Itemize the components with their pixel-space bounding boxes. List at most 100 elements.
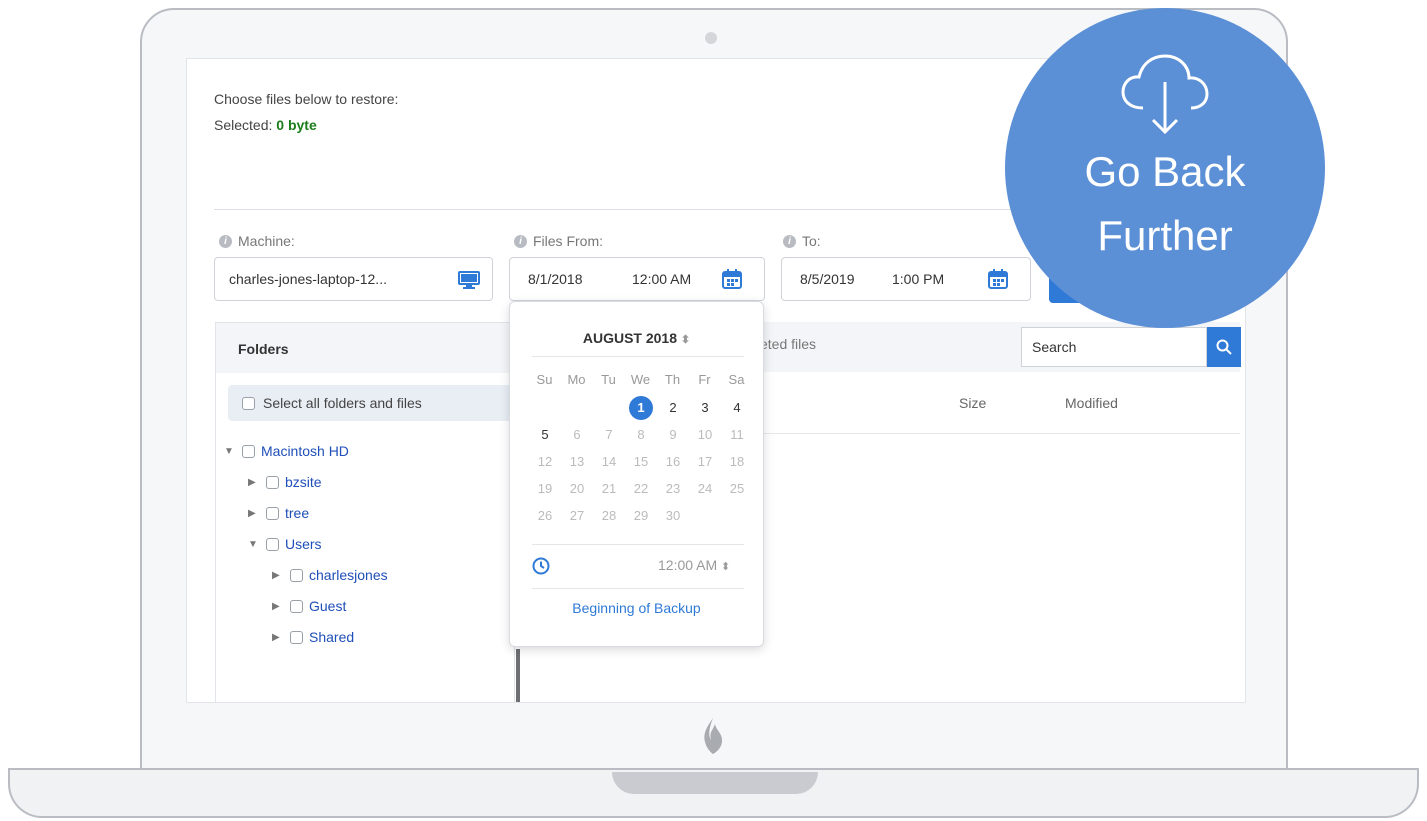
files-from-label: Files From: bbox=[533, 233, 603, 249]
tree-item-bzsite[interactable]: ▶ bzsite bbox=[248, 474, 322, 490]
calendar-day[interactable]: 26 bbox=[533, 504, 557, 528]
to-time: 1:00 PM bbox=[892, 271, 945, 287]
calendar-day[interactable]: 18 bbox=[725, 450, 749, 474]
calendar-day[interactable]: 22 bbox=[629, 477, 653, 501]
calendar-day[interactable]: 28 bbox=[597, 504, 621, 528]
files-from-label-row: i Files From: bbox=[514, 233, 603, 249]
tree-label[interactable]: Users bbox=[285, 536, 322, 552]
select-all-checkbox[interactable] bbox=[242, 396, 255, 410]
weekday-header: Th bbox=[664, 372, 681, 387]
collapsed-triangle-icon[interactable]: ▶ bbox=[248, 508, 260, 519]
tree-checkbox[interactable] bbox=[290, 599, 303, 613]
time-selector[interactable]: 12:00 AM ⬍ bbox=[658, 557, 730, 573]
weekday-header: We bbox=[630, 372, 651, 387]
select-all-row[interactable]: Select all folders and files bbox=[228, 385, 518, 421]
calendar-day[interactable]: 12 bbox=[533, 450, 557, 474]
tree-item-users[interactable]: ▼ Users bbox=[248, 536, 322, 552]
tree-checkbox[interactable] bbox=[266, 537, 279, 551]
collapsed-triangle-icon[interactable]: ▶ bbox=[272, 601, 284, 612]
to-label: To: bbox=[802, 233, 821, 249]
selected-label: Selected: bbox=[214, 117, 273, 133]
collapsed-triangle-icon[interactable]: ▶ bbox=[272, 632, 284, 643]
flame-logo-icon bbox=[704, 718, 723, 754]
tree-item-charlesjones[interactable]: ▶ charlesjones bbox=[272, 567, 388, 583]
column-size[interactable]: Size bbox=[959, 395, 986, 411]
selected-summary: Selected: 0 byte bbox=[214, 117, 317, 133]
collapsed-triangle-icon[interactable]: ▶ bbox=[272, 570, 284, 581]
calendar-day[interactable]: 24 bbox=[693, 477, 717, 501]
calendar-day[interactable]: 11 bbox=[725, 423, 749, 447]
tree-checkbox[interactable] bbox=[242, 444, 255, 458]
calendar-day[interactable]: 13 bbox=[565, 450, 589, 474]
calendar-day[interactable]: 25 bbox=[725, 477, 749, 501]
time-spinner-icon[interactable]: ⬍ bbox=[721, 561, 730, 573]
month-spinner-icon[interactable]: ⬍ bbox=[681, 334, 690, 346]
files-from-field[interactable]: 8/1/2018 12:00 AM bbox=[509, 257, 765, 301]
calendar-day[interactable]: 14 bbox=[597, 450, 621, 474]
calendar-day[interactable]: 17 bbox=[693, 450, 717, 474]
calendar-day[interactable]: 30 bbox=[661, 504, 685, 528]
tree-label[interactable]: bzsite bbox=[285, 474, 322, 490]
calendar-day[interactable]: 7 bbox=[597, 423, 621, 447]
calendar-day[interactable]: 1 bbox=[629, 396, 653, 420]
calendar-day[interactable]: 8 bbox=[629, 423, 653, 447]
to-date: 8/5/2019 bbox=[800, 271, 855, 287]
month-title: AUGUST 2018 bbox=[582, 330, 678, 346]
tree-label[interactable]: tree bbox=[285, 505, 309, 521]
search-input[interactable]: Search bbox=[1021, 327, 1207, 367]
calendar-icon[interactable] bbox=[988, 269, 1008, 289]
info-icon[interactable]: i bbox=[219, 234, 232, 248]
weekday-header: Sa bbox=[728, 372, 745, 387]
calendar-day[interactable]: 4 bbox=[725, 396, 749, 420]
tree-checkbox[interactable] bbox=[266, 475, 279, 489]
tree-item-tree[interactable]: ▶ tree bbox=[248, 505, 309, 521]
tree-label[interactable]: charlesjones bbox=[309, 567, 388, 583]
tree-checkbox[interactable] bbox=[266, 506, 279, 520]
tree-checkbox[interactable] bbox=[290, 630, 303, 644]
calendar-day[interactable]: 16 bbox=[661, 450, 685, 474]
cloud-download-icon bbox=[1121, 54, 1209, 135]
calendar-day[interactable]: 27 bbox=[565, 504, 589, 528]
weekday-header: Tu bbox=[601, 372, 616, 387]
select-all-label: Select all folders and files bbox=[263, 395, 422, 411]
info-icon[interactable]: i bbox=[783, 234, 796, 248]
calendar-divider bbox=[532, 356, 744, 357]
panel-resize-handle[interactable] bbox=[516, 649, 520, 702]
calendar-day[interactable]: 3 bbox=[693, 396, 717, 420]
tree-item-guest[interactable]: ▶ Guest bbox=[272, 598, 346, 614]
show-deleted-files-label[interactable]: eted files bbox=[760, 336, 816, 352]
tree-item-shared[interactable]: ▶ Shared bbox=[272, 629, 354, 645]
calendar-day[interactable]: 29 bbox=[629, 504, 653, 528]
tree-checkbox[interactable] bbox=[290, 568, 303, 582]
promo-line-2: Further bbox=[1097, 212, 1233, 259]
computer-icon bbox=[458, 271, 480, 289]
calendar-day[interactable]: 5 bbox=[533, 423, 557, 447]
calendar-day[interactable]: 9 bbox=[661, 423, 685, 447]
expanded-triangle-icon[interactable]: ▼ bbox=[248, 539, 260, 550]
to-field[interactable]: 8/5/2019 1:00 PM bbox=[781, 257, 1031, 301]
calendar-day[interactable]: 10 bbox=[693, 423, 717, 447]
machine-label: Machine: bbox=[238, 233, 295, 249]
calendar-day[interactable]: 2 bbox=[661, 396, 685, 420]
beginning-of-backup-link[interactable]: Beginning of Backup bbox=[510, 600, 763, 616]
search-button[interactable] bbox=[1207, 327, 1241, 367]
collapsed-triangle-icon[interactable]: ▶ bbox=[248, 477, 260, 488]
machine-select[interactable]: charles-jones-laptop-12... bbox=[214, 257, 493, 301]
month-selector[interactable]: AUGUST 2018 ⬍ bbox=[510, 330, 763, 346]
calendar-day[interactable]: 19 bbox=[533, 477, 557, 501]
tree-label[interactable]: Guest bbox=[309, 598, 346, 614]
tree-label[interactable]: Shared bbox=[309, 629, 354, 645]
calendar-icon[interactable] bbox=[722, 269, 742, 289]
info-icon[interactable]: i bbox=[514, 234, 527, 248]
calendar-divider bbox=[532, 544, 744, 545]
calendar-day[interactable]: 21 bbox=[597, 477, 621, 501]
expanded-triangle-icon[interactable]: ▼ bbox=[224, 446, 236, 457]
calendar-day[interactable]: 15 bbox=[629, 450, 653, 474]
tree-label[interactable]: Macintosh HD bbox=[261, 443, 349, 459]
calendar-day[interactable]: 20 bbox=[565, 477, 589, 501]
tree-item-macintosh-hd[interactable]: ▼ Macintosh HD bbox=[224, 443, 349, 459]
date-picker-popup: AUGUST 2018 ⬍ Su Mo Tu We Th Fr Sa 1 2 3 4 5 6 7 8 9 10… bbox=[509, 301, 764, 647]
column-modified[interactable]: Modified bbox=[1065, 395, 1118, 411]
calendar-day[interactable]: 23 bbox=[661, 477, 685, 501]
calendar-day[interactable]: 6 bbox=[565, 423, 589, 447]
